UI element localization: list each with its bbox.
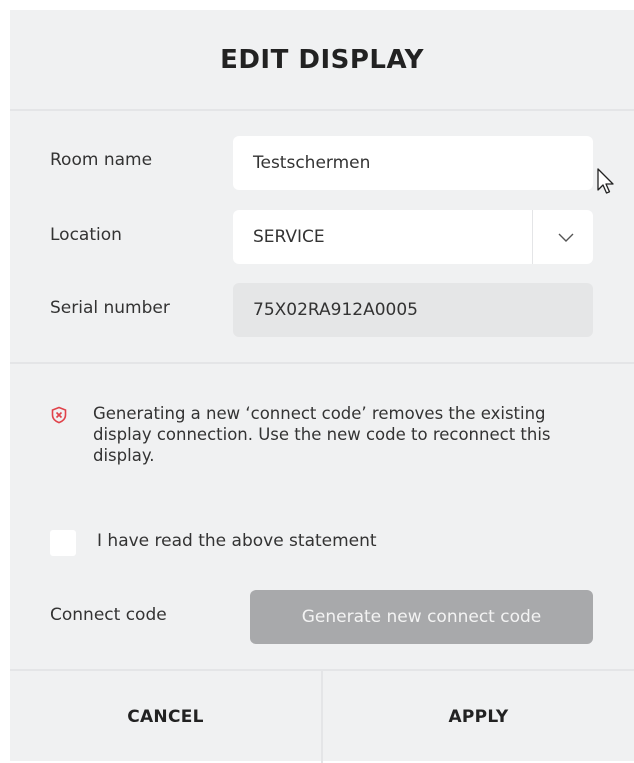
generate-connect-code-button[interactable]: Generate new connect code xyxy=(250,590,593,644)
dialog-title: EDIT DISPLAY xyxy=(220,44,424,75)
dialog-footer: CANCEL APPLY xyxy=(10,669,634,763)
dialog-header: EDIT DISPLAY xyxy=(10,10,634,111)
acknowledge-label[interactable]: I have read the above statement xyxy=(97,531,377,551)
acknowledge-checkbox[interactable] xyxy=(50,530,76,556)
serial-number-field: 75X02RA912A0005 xyxy=(233,283,593,337)
select-divider xyxy=(532,210,533,264)
location-select-value: SERVICE xyxy=(253,227,325,247)
location-select[interactable]: SERVICE xyxy=(233,210,593,264)
room-name-input[interactable]: Testschermen xyxy=(233,136,593,190)
shield-alert-icon xyxy=(51,406,67,424)
section-divider xyxy=(10,362,634,364)
cancel-button[interactable]: CANCEL xyxy=(10,671,321,763)
room-name-label: Room name xyxy=(50,150,153,170)
serial-number-label: Serial number xyxy=(50,298,170,318)
mouse-cursor-icon xyxy=(597,168,614,194)
warning-text: Generating a new ‘connect code’ removes … xyxy=(93,404,551,465)
edit-display-dialog: EDIT DISPLAY Room name Testschermen Loca… xyxy=(10,10,634,763)
location-label: Location xyxy=(50,225,122,245)
chevron-down-icon[interactable] xyxy=(555,226,577,248)
connect-code-label: Connect code xyxy=(50,605,167,625)
apply-button[interactable]: APPLY xyxy=(323,671,634,763)
